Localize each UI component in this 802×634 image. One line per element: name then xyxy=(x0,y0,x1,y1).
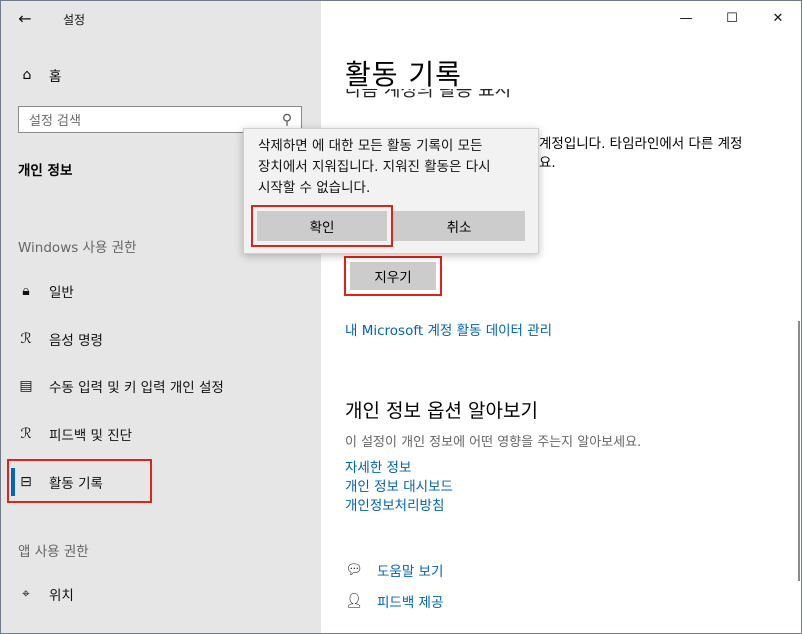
feedback-icon: ℛ xyxy=(20,426,32,442)
sidebar-item-general[interactable]: 🔒︎ 일반 xyxy=(13,276,313,306)
minimize-icon: — xyxy=(679,10,693,26)
scrollbar[interactable] xyxy=(798,321,800,581)
main-content: — ☐ ✕ 활동 기록 다음 계정의 활동 표시 계정입니다. 타임라인에서 다… xyxy=(321,1,801,633)
sidebar-item-label: 홈 xyxy=(49,69,62,85)
sidebar-item-inking-typing[interactable]: ▤ 수동 입력 및 키 입력 개인 설정 xyxy=(13,371,313,401)
sidebar-item-label: 음성 명령 xyxy=(49,333,103,349)
sidebar-item-label: 활동 기록 xyxy=(49,476,103,492)
dialog-message: 삭제하면 에 대한 모든 활동 기록이 모든 장치에서 지워집니다. 지워진 활… xyxy=(258,136,530,199)
activity-icon: ⊟ xyxy=(20,474,32,490)
privacy-options-heading: 개인 정보 옵션 알아보기 xyxy=(345,400,538,422)
privacy-options-description: 이 설정이 개인 정보에 어떤 영향을 주는지 알아보세요. xyxy=(345,435,642,450)
confirm-button[interactable]: 확인 xyxy=(257,211,387,241)
manage-account-activity-link[interactable]: 내 Microsoft 계정 활동 데이터 관리 xyxy=(345,319,552,339)
help-chat-icon: 💬︎ xyxy=(345,562,363,578)
sidebar-item-label: 피드백 및 진단 xyxy=(49,428,133,444)
dialog-message-line: 시작할 수 없습니다. xyxy=(258,180,371,196)
give-feedback-label: 피드백 제공 xyxy=(377,595,444,611)
minimize-button[interactable]: — xyxy=(663,1,709,35)
dialog-message-line: 장치에서 지워집니다. 지워진 활동은 다시 xyxy=(258,159,491,175)
app-title: 설정 xyxy=(63,13,86,27)
location-icon: ⌖ xyxy=(22,586,30,602)
home-icon: ⌂ xyxy=(22,67,32,83)
sidebar-item-label: 위치 xyxy=(49,588,74,604)
sidebar-item-home[interactable]: ⌂ 홈 xyxy=(17,63,307,87)
sidebar: ← 설정 ⌂ 홈 설정 검색 ⚲ 개인 정보 Windows 사용 권한 🔒︎ … xyxy=(1,1,321,633)
get-help-label: 도움말 보기 xyxy=(377,564,444,580)
dialog-message-line: 삭제하면 에 대한 모든 활동 기록이 모든 xyxy=(258,138,483,154)
inking-icon: ▤ xyxy=(19,378,33,394)
sidebar-item-feedback-diagnostics[interactable]: ℛ 피드백 및 진단 xyxy=(13,419,313,449)
search-icon: ⚲ xyxy=(281,111,293,128)
get-help-link[interactable]: 💬︎ 도움말 보기 xyxy=(343,559,443,581)
sidebar-item-location[interactable]: ⌖ 위치 xyxy=(13,579,313,609)
description-line-2: 요. xyxy=(539,155,556,171)
highlight-box-clear: 지우기 xyxy=(344,256,442,296)
lock-icon: 🔒︎ xyxy=(22,283,30,299)
search-placeholder: 설정 검색 xyxy=(29,114,81,129)
maximize-button[interactable]: ☐ xyxy=(709,1,755,35)
highlight-box-confirm: 확인 xyxy=(251,205,393,247)
voice-icon: ℛ xyxy=(20,331,32,347)
close-button[interactable]: ✕ xyxy=(755,1,801,35)
clear-confirmation-dialog: 삭제하면 에 대한 모든 활동 기록이 모든 장치에서 지워집니다. 지워진 활… xyxy=(243,128,539,254)
section-heading-privacy: 개인 정보 xyxy=(18,163,73,179)
activity-show-heading-text: 다음 계정의 활동 표시 xyxy=(345,89,512,101)
feedback-person-icon: 👤︎ xyxy=(345,593,363,609)
cancel-button[interactable]: 취소 xyxy=(393,211,525,241)
sidebar-item-speech[interactable]: ℛ 음성 명령 xyxy=(13,324,313,354)
maximize-icon: ☐ xyxy=(726,10,738,26)
sidebar-item-label: 수동 입력 및 키 입력 개인 설정 xyxy=(49,380,224,396)
give-feedback-link[interactable]: 👤︎ 피드백 제공 xyxy=(343,590,443,612)
sidebar-item-activity-history[interactable]: ⊟ 활동 기록 xyxy=(13,467,313,497)
more-info-link[interactable]: 자세한 정보 xyxy=(345,456,411,476)
page-title: 활동 기록 xyxy=(345,58,462,91)
sidebar-item-label: 일반 xyxy=(49,285,74,301)
section-heading-app-permissions: 앱 사용 권한 xyxy=(18,544,89,560)
activity-show-heading: 다음 계정의 활동 표시 xyxy=(345,89,565,101)
window-controls: — ☐ ✕ xyxy=(663,1,801,35)
privacy-statement-link[interactable]: 개인정보처리방침 xyxy=(345,494,444,514)
privacy-dashboard-link[interactable]: 개인 정보 대시보드 xyxy=(345,475,453,495)
close-icon: ✕ xyxy=(772,10,784,26)
description-line-1: 계정입니다. 타임라인에서 다른 계정 xyxy=(539,136,743,152)
section-heading-windows-permissions: Windows 사용 권한 xyxy=(18,240,137,256)
back-arrow-icon: ← xyxy=(18,8,32,28)
back-button[interactable]: ← xyxy=(11,5,39,31)
settings-window: ← 설정 ⌂ 홈 설정 검색 ⚲ 개인 정보 Windows 사용 권한 🔒︎ … xyxy=(0,0,802,634)
clear-button[interactable]: 지우기 xyxy=(350,262,436,290)
